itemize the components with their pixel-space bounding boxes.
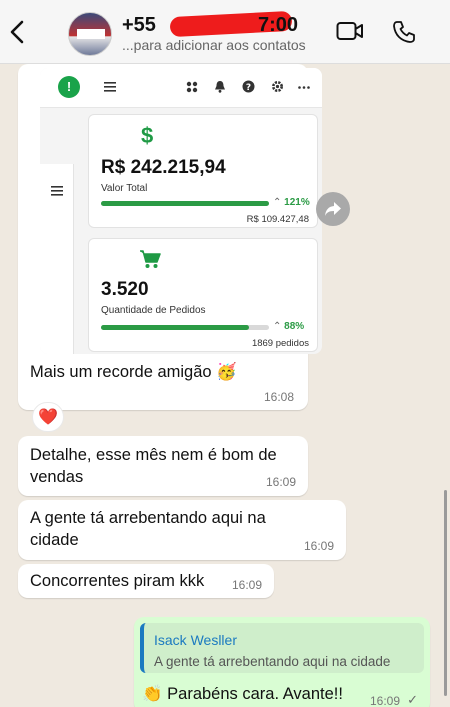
total-value-card: $ R$ 242.215,94 Valor Total ⌃ 121% R$ 10…: [88, 114, 318, 228]
total-value-previous: R$ 109.427,48: [246, 214, 309, 225]
dashboard-topbar: ! ?: [40, 68, 322, 108]
dashboard-sidebar: [40, 164, 74, 354]
cart-icon: [140, 250, 161, 268]
trend-up-icon: ⌃: [273, 197, 285, 208]
total-value: R$ 242.215,94: [101, 157, 226, 178]
contact-name[interactable]: +55: [122, 14, 156, 37]
message-bubble[interactable]: A gente tá arrebentando aqui na cidade 1…: [18, 500, 346, 560]
orders-count: 3.520: [101, 279, 149, 300]
contact-subtitle: ...para adicionar aos contatos: [122, 37, 306, 53]
orders-progress: [101, 325, 269, 330]
message-time: 16:09: [369, 694, 400, 707]
trend-up-icon: ⌃: [273, 321, 285, 332]
quoted-text: A gente tá arrebentando aqui na cidade: [154, 654, 391, 669]
forward-button[interactable]: [316, 192, 350, 226]
back-chevron-icon: [10, 20, 24, 43]
message-time: 16:09: [303, 539, 334, 553]
message-text: Concorrentes piram kkk: [30, 572, 205, 590]
message-text: Mais um recorde amigão 🥳: [30, 363, 237, 381]
contact-name-suffix: 7:00: [258, 14, 299, 36]
chat-header: +55 7:00 ...para adicionar aos contatos: [0, 0, 450, 64]
dollar-icon: $: [141, 123, 154, 148]
party-face-emoji-icon: 🥳: [216, 363, 237, 381]
message-time: 16:09: [231, 578, 262, 592]
sidebar-menu-icon: [51, 186, 63, 196]
gear-icon: [272, 81, 283, 92]
video-call-icon[interactable]: [336, 20, 364, 42]
message-text: A gente tá arrebentando aqui na cidade: [30, 509, 266, 549]
sent-check-icon: ✓: [407, 692, 418, 707]
back-button[interactable]: [0, 0, 34, 64]
quoted-message[interactable]: Isack Wesller A gente tá arrebentando aq…: [140, 623, 424, 673]
app-logo-icon: !: [58, 76, 80, 98]
clapping-hands-emoji-icon: 👏: [142, 685, 163, 703]
quoted-author: Isack Wesller: [154, 632, 237, 648]
orders-count-card: 3.520 Quantidade de Pedidos ⌃ 88% 1869 p…: [88, 238, 318, 352]
message-text: Detalhe, esse mês nem é bom de vendas: [30, 446, 277, 486]
total-value-progress: [101, 201, 269, 206]
message-time: 16:08: [263, 390, 294, 404]
orders-count-label: Quantidade de Pedidos: [101, 305, 206, 316]
svg-text:?: ?: [246, 83, 251, 93]
chat-area[interactable]: ! ? $ R$ 242.215,94 Valor Total ⌃ 121% R…: [0, 64, 450, 707]
bell-icon: [215, 81, 225, 93]
more-icon: [298, 86, 310, 89]
outgoing-reply-bubble[interactable]: Isack Wesller A gente tá arrebentando aq…: [134, 617, 430, 707]
help-icon: ?: [242, 80, 255, 93]
total-value-percent: ⌃ 121%: [273, 197, 310, 208]
message-bubble[interactable]: Concorrentes piram kkk 16:09: [18, 564, 274, 598]
apps-grid-icon: [186, 81, 198, 93]
menu-icon: [104, 82, 116, 92]
message-time: 16:09: [265, 475, 296, 489]
total-value-label: Valor Total: [101, 183, 148, 194]
image-message-bubble[interactable]: ! ? $ R$ 242.215,94 Valor Total ⌃ 121% R…: [18, 64, 322, 410]
scrollbar[interactable]: [444, 490, 447, 696]
orders-percent: ⌃ 88%: [273, 321, 305, 332]
message-text: 👏 Parabéns cara. Avante!!: [142, 685, 343, 703]
share-forward-icon: [325, 202, 341, 216]
message-bubble[interactable]: Detalhe, esse mês nem é bom de vendas 16…: [18, 436, 308, 496]
dashboard-screenshot[interactable]: ! ? $ R$ 242.215,94 Valor Total ⌃ 121% R…: [40, 68, 322, 354]
phone-icon[interactable]: [392, 20, 416, 44]
orders-previous: 1869 pedidos: [251, 338, 309, 349]
heart-reaction-icon[interactable]: ❤️: [32, 402, 64, 432]
avatar[interactable]: [68, 12, 112, 56]
